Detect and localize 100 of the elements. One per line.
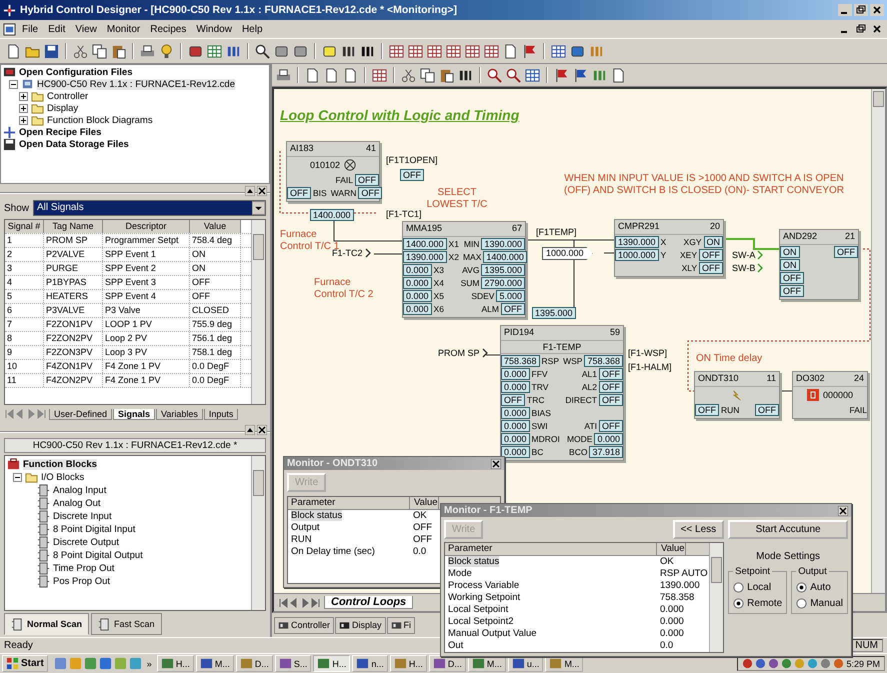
tree-item[interactable]: Time Prop Out [53, 563, 114, 574]
sheet-tab[interactable]: Variables [156, 408, 203, 420]
minimize-icon[interactable] [838, 4, 852, 16]
print-icon[interactable] [140, 44, 155, 58]
scrollbar[interactable] [871, 89, 885, 593]
radio-button[interactable] [796, 598, 808, 608]
flag-icon[interactable] [554, 68, 569, 82]
tree-item[interactable]: Pos Prop Out [53, 576, 110, 587]
tree-item[interactable]: 8 Point Digital Output [53, 550, 143, 561]
page-icon[interactable] [343, 68, 358, 82]
table-cell[interactable]: Block status [291, 510, 342, 521]
radio-option[interactable]: Auto [796, 579, 843, 595]
radio-button[interactable] [733, 598, 744, 608]
start-accutune-button[interactable]: Start Accutune [728, 520, 848, 539]
save-icon[interactable] [44, 44, 59, 58]
close-icon[interactable] [257, 424, 267, 434]
restore-icon[interactable] [854, 4, 868, 16]
scan-tab[interactable]: Normal Scan [4, 613, 90, 635]
table-cell[interactable]: Process Variable [448, 580, 520, 591]
taskbar-button[interactable]: M... [196, 655, 234, 672]
taskbar-button[interactable]: H... [390, 655, 427, 672]
print-icon[interactable] [276, 68, 291, 82]
menu-item[interactable]: Window [192, 24, 236, 34]
close-icon[interactable] [491, 458, 501, 468]
page-icon[interactable] [503, 44, 518, 58]
table-cell[interactable]: On Delay time (sec) [291, 546, 375, 557]
scan-tab[interactable]: Fast Scan [91, 613, 162, 635]
radio-option[interactable]: Local [733, 579, 782, 595]
tree-item[interactable]: Function Blocks [23, 459, 97, 470]
column-header[interactable]: Value [657, 543, 686, 555]
tree-item[interactable]: Analog Input [53, 485, 106, 496]
scrollbar[interactable] [251, 456, 265, 610]
tree-item[interactable]: Open Recipe Files [19, 126, 102, 138]
tree-item[interactable]: Display [47, 102, 78, 114]
workspace-tab[interactable]: Controller [274, 616, 334, 634]
tree-item[interactable]: 8 Point Digital Input [53, 524, 136, 535]
dropdown-arrow-icon[interactable] [252, 201, 265, 215]
column-header[interactable]: Value [190, 220, 241, 233]
function-block[interactable]: DO302 24 000000 FAIL [792, 371, 868, 419]
column-header[interactable]: Value [410, 497, 439, 509]
table-cell[interactable]: Out [448, 640, 464, 651]
table-cell[interactable]: Local Setpoint2 [448, 616, 514, 627]
copy-icon[interactable] [92, 44, 107, 58]
menu-item[interactable]: Recipes [146, 24, 190, 34]
close-icon[interactable] [870, 4, 884, 16]
table-cell[interactable]: Manual Output Value [448, 628, 537, 639]
tree-item[interactable]: Controller [47, 90, 88, 102]
menu-item[interactable]: View [71, 24, 101, 34]
function-block[interactable]: ONDT310 11 OFF RUN OFF [694, 371, 780, 419]
page-icon[interactable] [611, 68, 626, 82]
tree-item[interactable]: Discrete Output [53, 537, 119, 548]
grid-icon[interactable] [525, 68, 540, 82]
taskbar-button[interactable]: n... [352, 655, 388, 672]
tab-navigation-icon[interactable] [278, 596, 322, 608]
function-block[interactable]: AND292 21 ON OFF ON OFF OFF [779, 229, 859, 300]
sheet-tab[interactable]: Signals [113, 408, 156, 420]
restore-icon[interactable] [854, 23, 868, 35]
collapse-toggle[interactable] [9, 80, 18, 88]
tree-item[interactable]: I/O Blocks [41, 472, 84, 483]
block-icon[interactable] [274, 44, 289, 58]
expand-toggle[interactable] [19, 92, 28, 100]
cut-icon[interactable] [73, 44, 88, 58]
function-block[interactable]: CMPR291 20 1390.000 X XGY ON 1000.000 Y XEY OFF XLY OFF [614, 219, 724, 277]
flag-icon[interactable] [573, 68, 588, 82]
function-block[interactable]: MMA195 67 1400.000 X1 MIN 1390.000 1390.000 X2 MAX 1400.000 0.000 X3 AVG 1395.000 0.000 X4 SUM 2790.000 0.000 X5 SDEV 5.000 0.000 X6 ALM OFF [402, 221, 526, 318]
scrollbar[interactable] [251, 220, 265, 404]
function-block[interactable]: AI183 41 010102 FAIL OFF OFF BIS WARN OFF [286, 141, 380, 202]
tree-item[interactable]: HC900-C50 Rev 1.1x : FURNACE1-Rev12.cde [37, 78, 235, 90]
paste-icon[interactable] [111, 44, 126, 58]
table-cell[interactable]: Output [291, 522, 320, 533]
radio-button[interactable] [796, 582, 808, 592]
expand-toggle[interactable] [19, 104, 28, 112]
table-cell[interactable]: Block status [448, 556, 500, 567]
scrollbar[interactable] [709, 543, 724, 652]
taskbar-button[interactable]: H... [156, 655, 194, 672]
sheet-tab[interactable]: User-Defined [49, 408, 112, 420]
radio-option[interactable]: Manual [796, 595, 843, 611]
more-button[interactable]: » [144, 658, 155, 668]
radio-option[interactable]: Remote [733, 595, 782, 611]
copy-icon[interactable] [420, 68, 435, 82]
tree-item[interactable]: Function Block Diagrams [47, 114, 153, 126]
table-cell[interactable]: Mode [448, 568, 472, 579]
block-icon[interactable] [293, 44, 308, 58]
document-tab[interactable]: HC900-C50 Rev 1.1x : FURNACE1-Rev12.cde * [4, 438, 266, 453]
table-cell[interactable]: RUN [291, 534, 312, 545]
column-header[interactable]: Tag Name [44, 220, 103, 233]
menu-item[interactable]: Monitor [102, 24, 144, 34]
tree-item[interactable]: Discrete Input [53, 511, 112, 522]
tree-item[interactable]: Open Configuration Files [19, 66, 132, 78]
close-icon[interactable] [838, 506, 848, 516]
new-document-icon[interactable] [6, 44, 21, 58]
less-button[interactable]: << Less [672, 520, 724, 539]
expand-toggle[interactable] [19, 116, 28, 124]
table-cell[interactable]: Working Setpoint [448, 592, 520, 603]
sheet-tab[interactable]: Inputs [204, 408, 238, 420]
cut-icon[interactable] [401, 68, 416, 82]
workspace-tab[interactable]: Display [335, 616, 386, 634]
column-header[interactable]: Descriptor [103, 220, 190, 233]
tray-icon[interactable] [781, 658, 792, 669]
up-arrow-icon[interactable] [245, 424, 255, 434]
